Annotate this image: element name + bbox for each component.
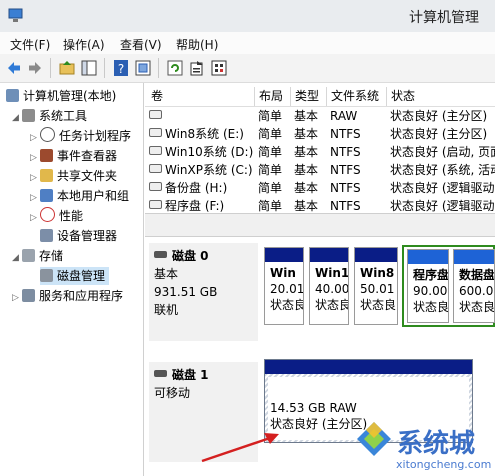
partition-block[interactable]: Win 20.01 状态良 bbox=[264, 247, 304, 325]
chevron-down-icon[interactable]: ◢ bbox=[12, 249, 22, 267]
volume-row[interactable]: Win8系统 (E:) 简单 基本 NTFS 状态良好 (主分区) bbox=[145, 125, 495, 143]
annotation-arrow-icon bbox=[201, 433, 279, 463]
tree-item-event-viewer[interactable]: ▷ 事件查看器 bbox=[30, 147, 117, 165]
pane-splitter[interactable] bbox=[145, 213, 495, 237]
storage-icon bbox=[22, 249, 35, 262]
watermark-logo-icon bbox=[357, 422, 391, 456]
column-header-volume[interactable]: 卷 bbox=[147, 87, 255, 106]
tree-item-device-manager[interactable]: 设备管理器 bbox=[40, 227, 117, 245]
watermark-url: xitongcheng.com bbox=[396, 458, 492, 471]
watermark-text: 系统城 bbox=[397, 429, 476, 459]
volume-row[interactable]: 简单 基本 RAW 状态良好 (主分区) bbox=[145, 107, 495, 125]
drive-icon bbox=[149, 146, 162, 155]
drive-icon bbox=[149, 110, 162, 119]
window-title: 计算机管理 bbox=[409, 10, 479, 26]
disk-0-label[interactable]: 磁盘 0 基本 931.51 GB 联机 bbox=[149, 243, 258, 341]
chevron-right-icon[interactable]: ▷ bbox=[30, 209, 40, 227]
chevron-right-icon[interactable]: ▷ bbox=[30, 149, 40, 167]
tree-item-root[interactable]: 计算机管理(本地) bbox=[6, 87, 116, 105]
navigation-tree: 计算机管理(本地) ◢ 系统工具 ▷ 任务计划程序 ▷ 事件查看器 ▷ 共享文件夹 ▷ 本… bbox=[0, 83, 144, 476]
tree-item-shared-folders[interactable]: ▷ 共享文件夹 bbox=[30, 167, 117, 185]
forward-icon[interactable] bbox=[26, 59, 44, 77]
users-icon bbox=[40, 189, 53, 202]
services-icon bbox=[22, 289, 35, 302]
menu-action[interactable]: 操作(A) bbox=[63, 36, 105, 53]
drive-icon bbox=[149, 200, 162, 209]
clock-icon bbox=[40, 127, 55, 142]
svg-text:?: ? bbox=[118, 62, 124, 76]
partition-block[interactable]: 程序盘 90.00 状态良 bbox=[407, 249, 449, 323]
tree-item-system-tools[interactable]: ◢ 系统工具 bbox=[12, 107, 87, 125]
drive-icon bbox=[149, 164, 162, 173]
chevron-right-icon[interactable]: ▷ bbox=[30, 129, 40, 147]
drive-icon bbox=[149, 182, 162, 191]
column-header-filesystem[interactable]: 文件系统 bbox=[327, 87, 387, 106]
partition-block[interactable]: 数据盘 600.0 状态良 bbox=[453, 249, 495, 323]
disk-management-icon bbox=[40, 269, 53, 282]
menu-file[interactable]: 文件(F) bbox=[10, 36, 50, 53]
tree-item-storage[interactable]: ◢ 存储 bbox=[12, 247, 63, 265]
menu-view[interactable]: 查看(V) bbox=[120, 36, 162, 53]
drive-icon bbox=[149, 128, 162, 137]
help-icon[interactable]: ? bbox=[112, 59, 130, 77]
shared-folder-icon bbox=[40, 169, 53, 182]
event-viewer-icon bbox=[40, 149, 53, 162]
tree-item-task-scheduler[interactable]: ▷ 任务计划程序 bbox=[30, 127, 131, 145]
chevron-right-icon[interactable]: ▷ bbox=[30, 169, 40, 187]
tools-icon bbox=[22, 109, 35, 122]
show-hide-tree-icon[interactable] bbox=[80, 59, 98, 77]
tree-item-local-users[interactable]: ▷ 本地用户和组 bbox=[30, 187, 129, 205]
partition-block[interactable]: Win8 50.01 状态良 bbox=[354, 247, 398, 325]
volume-row[interactable]: 备份盘 (H:) 简单 基本 NTFS 状态良好 (逻辑驱动 bbox=[145, 179, 495, 197]
export-icon[interactable] bbox=[188, 59, 206, 77]
chevron-right-icon[interactable]: ▷ bbox=[12, 289, 22, 307]
tree-item-disk-management[interactable]: 磁盘管理 bbox=[40, 267, 110, 285]
column-header-status[interactable]: 状态 bbox=[387, 87, 495, 106]
device-manager-icon bbox=[40, 229, 53, 242]
partition-block[interactable]: Win1 40.00 状态良 bbox=[309, 247, 349, 325]
back-icon[interactable] bbox=[5, 59, 23, 77]
computer-icon bbox=[6, 89, 19, 102]
column-header-type[interactable]: 类型 bbox=[291, 87, 327, 106]
properties-icon[interactable] bbox=[134, 59, 152, 77]
disk-icon bbox=[154, 251, 167, 258]
tree-item-services-apps[interactable]: ▷ 服务和应用程序 bbox=[12, 287, 123, 305]
volume-row[interactable]: WinXP系统 (C:) 简单 基本 NTFS 状态良好 (系统, 活动 bbox=[145, 161, 495, 179]
refresh-icon[interactable] bbox=[166, 59, 184, 77]
performance-icon bbox=[40, 207, 55, 222]
chevron-right-icon[interactable]: ▷ bbox=[30, 189, 40, 207]
folder-up-icon[interactable] bbox=[58, 59, 76, 77]
disk-icon bbox=[154, 370, 167, 377]
menu-help[interactable]: 帮助(H) bbox=[176, 36, 218, 53]
column-header-layout[interactable]: 布局 bbox=[255, 87, 291, 106]
settings-icon[interactable] bbox=[210, 59, 228, 77]
volume-row[interactable]: Win10系统 (D:) 简单 基本 NTFS 状态良好 (启动, 页面 bbox=[145, 143, 495, 161]
chevron-down-icon[interactable]: ◢ bbox=[12, 109, 22, 127]
tree-item-performance[interactable]: ▷ 性能 bbox=[30, 207, 83, 225]
